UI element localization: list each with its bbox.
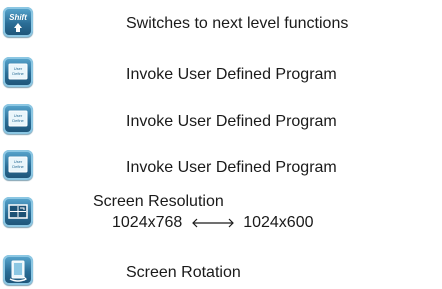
- list-item-user-define-2: User Define Invoke User Defined Program: [0, 102, 442, 136]
- screen-rotation-icon: [3, 255, 33, 285]
- list-item-screen-resolution: Screen Resolution 1024x768 1024x600: [0, 193, 442, 243]
- resolution-to: 1024x600: [243, 214, 314, 231]
- list-item-user-define-1: User Define Invoke User Defined Program: [0, 55, 442, 89]
- screen-resolution-icon: [3, 197, 33, 227]
- svg-text:Define: Define: [12, 164, 24, 169]
- user-define-description: Invoke User Defined Program: [126, 113, 337, 130]
- screen-resolution-title: Screen Resolution: [93, 193, 224, 210]
- screen-rotation-description: Screen Rotation: [126, 264, 241, 281]
- user-define-icon: User Define: [3, 104, 33, 134]
- double-arrow-icon: [191, 218, 234, 228]
- user-define-icon: User Define: [3, 57, 33, 87]
- shift-description: Switches to next level functions: [126, 15, 349, 32]
- screen-resolution-values: 1024x768 1024x600: [112, 214, 314, 232]
- resolution-from: 1024x768: [112, 214, 183, 231]
- list-item-user-define-3: User Define Invoke User Defined Program: [0, 148, 442, 182]
- svg-text:Define: Define: [12, 71, 24, 76]
- list-item-screen-rotation: Screen Rotation: [0, 252, 442, 288]
- shift-key-icon: Shift: [3, 7, 33, 37]
- svg-text:Define: Define: [12, 118, 24, 123]
- user-define-icon: User Define: [3, 150, 33, 180]
- list-item-shift: Shift Switches to next level functions: [0, 5, 442, 39]
- user-define-description: Invoke User Defined Program: [126, 66, 337, 83]
- user-define-description: Invoke User Defined Program: [126, 159, 337, 176]
- shift-icon-text: Shift: [9, 13, 27, 22]
